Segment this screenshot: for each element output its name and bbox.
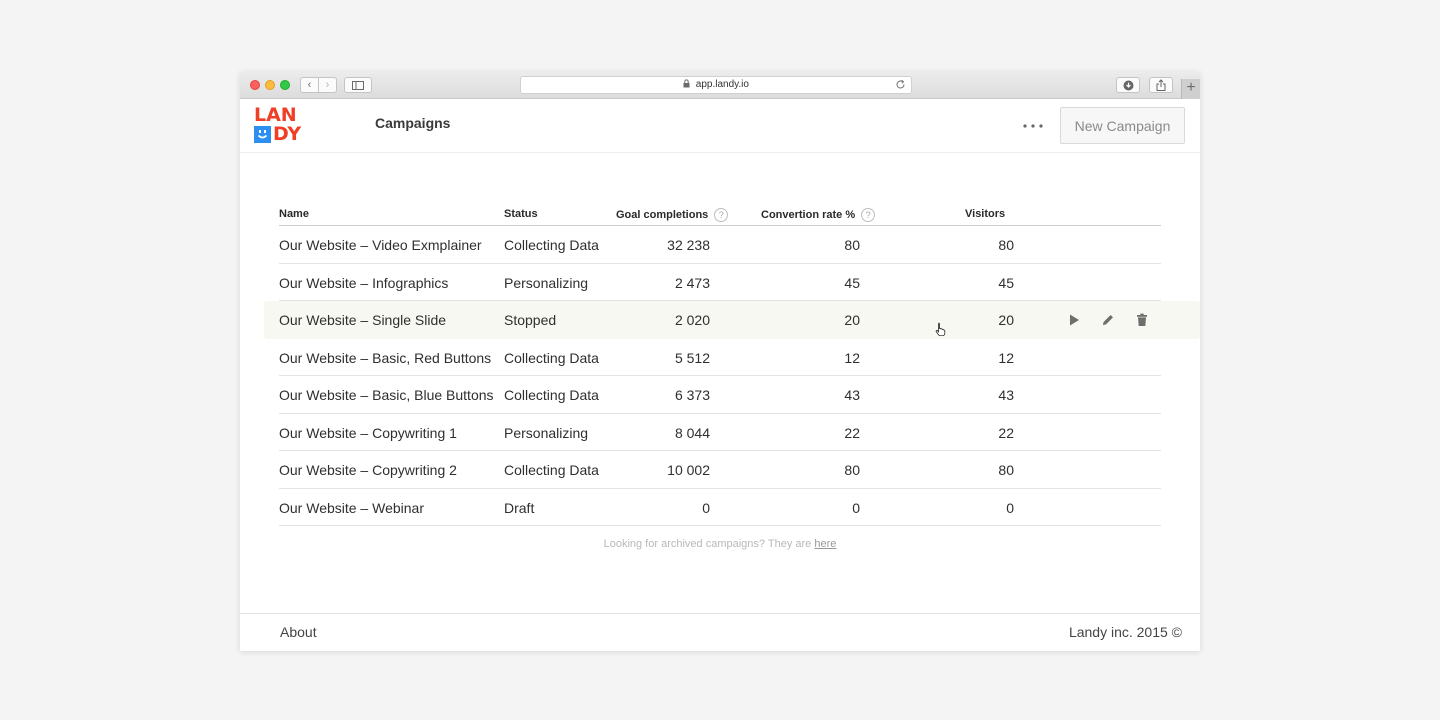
- campaign-name[interactable]: Our Website – Basic, Red Buttons: [279, 350, 491, 366]
- page-title: Campaigns: [375, 115, 451, 131]
- zoom-window-button[interactable]: [280, 80, 290, 90]
- campaign-status: Collecting Data: [504, 349, 599, 366]
- campaign-name[interactable]: Our Website – Infographics: [279, 275, 448, 291]
- visitors: 45: [998, 274, 1014, 291]
- campaign-name[interactable]: Our Website – Single Slide: [279, 312, 446, 328]
- copyright-text: Landy inc. 2015 ©: [1068, 624, 1182, 640]
- sidebar-icon: [352, 81, 364, 90]
- plus-icon: +: [1186, 79, 1196, 96]
- play-icon[interactable]: [1066, 312, 1082, 328]
- close-window-button[interactable]: [250, 80, 260, 90]
- forward-button[interactable]: ›: [318, 77, 337, 93]
- conversion-rate: 43: [844, 387, 860, 403]
- goal-completions: 10 002: [667, 462, 710, 478]
- archive-here-link[interactable]: here: [814, 538, 836, 550]
- campaign-status: Draft: [504, 499, 535, 516]
- goal-completions: 6 373: [674, 387, 710, 403]
- column-header-name[interactable]: Name: [279, 208, 309, 220]
- row-actions: [1066, 312, 1168, 328]
- visitors: 12: [998, 349, 1014, 366]
- table-row[interactable]: Our Website – Copywriting 2 Collecting D…: [264, 451, 1200, 489]
- campaign-name[interactable]: Our Website – Video Exmplainer: [279, 237, 482, 253]
- visitors: 43: [998, 387, 1014, 403]
- minimize-window-button[interactable]: [265, 80, 275, 90]
- row-divider: [279, 525, 1161, 526]
- table-row[interactable]: Our Website – Basic, Blue Buttons Collec…: [264, 376, 1200, 414]
- campaign-status: Personalizing: [504, 424, 589, 441]
- pencil-icon[interactable]: [1100, 312, 1116, 328]
- browser-window: ‹ › app.landy.io + LAN DY Campaigns New …: [240, 72, 1200, 651]
- conversion-rate: 12: [844, 349, 860, 366]
- visitors: 20: [998, 312, 1014, 328]
- table-row[interactable]: Our Website – Copywriting 1 Personalizin…: [264, 414, 1200, 451]
- url-text: app.landy.io: [695, 79, 749, 90]
- table-row-hovered[interactable]: Our Website – Single Slide Stopped 2 020…: [264, 301, 1200, 339]
- table-header: Name Status Goal completions? Convertion…: [279, 198, 1161, 226]
- footer: About Landy inc. 2015 ©: [240, 613, 1200, 651]
- column-header-status[interactable]: Status: [504, 208, 538, 220]
- campaign-status: Collecting Data: [504, 387, 599, 403]
- browser-titlebar: ‹ › app.landy.io +: [240, 72, 1200, 99]
- more-dots-icon: [1023, 124, 1043, 128]
- campaign-status: Personalizing: [504, 274, 589, 291]
- column-header-goal-completions[interactable]: Goal completions?: [616, 208, 729, 222]
- lock-icon: [683, 78, 690, 94]
- goal-completions: 8 044: [674, 424, 710, 441]
- goal-completions: 2 473: [674, 274, 710, 291]
- visitors: 80: [998, 237, 1014, 253]
- table-row[interactable]: Our Website – Webinar Draft 0 0 0: [264, 489, 1200, 526]
- campaign-status: Collecting Data: [504, 462, 599, 478]
- new-tab-button[interactable]: +: [1181, 79, 1200, 99]
- new-campaign-button[interactable]: New Campaign: [1060, 107, 1185, 144]
- question-icon[interactable]: ?: [861, 208, 876, 222]
- downloads-button[interactable]: [1116, 77, 1140, 93]
- chevron-right-icon: ›: [325, 79, 330, 91]
- conversion-rate: 45: [844, 274, 860, 291]
- table-row[interactable]: Our Website – Basic, Red Buttons Collect…: [264, 339, 1200, 376]
- question-icon[interactable]: ?: [714, 208, 729, 222]
- about-link[interactable]: About: [280, 624, 317, 640]
- campaign-name[interactable]: Our Website – Basic, Blue Buttons: [279, 387, 494, 403]
- chevron-left-icon: ‹: [307, 79, 312, 91]
- campaign-name[interactable]: Our Website – Copywriting 1: [279, 425, 457, 441]
- conversion-rate: 0: [852, 499, 860, 516]
- goal-completions: 32 238: [667, 237, 710, 253]
- more-options-button[interactable]: [1021, 116, 1045, 136]
- trash-icon[interactable]: [1134, 312, 1150, 328]
- address-bar[interactable]: app.landy.io: [520, 76, 912, 94]
- goal-completions: 2 020: [674, 312, 710, 328]
- archive-text: Looking for archived campaigns? They are: [603, 538, 815, 550]
- download-icon: [1123, 80, 1133, 91]
- hand-cursor-icon: [935, 322, 947, 341]
- campaigns-table: Name Status Goal completions? Convertion…: [264, 198, 1200, 526]
- share-icon: [1156, 79, 1166, 91]
- table-row[interactable]: Our Website – Infographics Personalizing…: [264, 264, 1200, 301]
- conversion-rate: 20: [844, 312, 860, 328]
- logo-bottom-text: DY: [273, 123, 302, 145]
- conversion-rate: 80: [844, 237, 860, 253]
- conversion-rate: 22: [844, 424, 860, 441]
- visitors: 80: [998, 462, 1014, 478]
- column-header-conversion-rate[interactable]: Convertion rate %?: [761, 208, 876, 222]
- campaign-status: Stopped: [504, 312, 557, 328]
- archived-campaigns-note: Looking for archived campaigns? They are…: [240, 538, 1200, 550]
- visitors: 0: [1006, 499, 1014, 516]
- visitors: 22: [998, 424, 1014, 441]
- share-button[interactable]: [1149, 77, 1173, 93]
- goal-completions: 0: [702, 499, 710, 516]
- campaign-name[interactable]: Our Website – Webinar: [279, 500, 424, 516]
- conversion-rate: 80: [844, 462, 860, 478]
- smiley-icon: [254, 126, 271, 143]
- column-header-visitors[interactable]: Visitors: [965, 208, 1005, 220]
- landy-logo[interactable]: LAN DY: [254, 106, 310, 146]
- sidebar-toggle-button[interactable]: [344, 77, 372, 93]
- goal-completions: 5 512: [674, 349, 710, 366]
- back-button[interactable]: ‹: [300, 77, 319, 93]
- reload-icon[interactable]: [895, 79, 906, 96]
- app-header: LAN DY Campaigns New Campaign: [240, 99, 1200, 153]
- table-row[interactable]: Our Website – Video Exmplainer Collectin…: [264, 226, 1200, 264]
- campaign-name[interactable]: Our Website – Copywriting 2: [279, 462, 457, 478]
- campaign-status: Collecting Data: [504, 237, 599, 253]
